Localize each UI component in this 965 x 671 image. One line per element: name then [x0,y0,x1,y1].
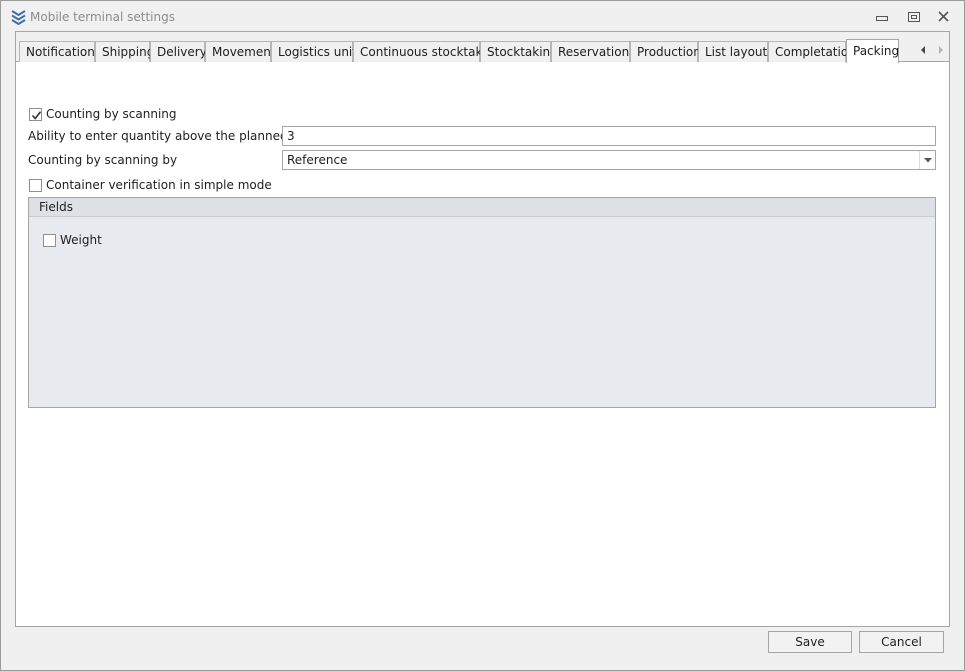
tab-notifications[interactable]: Notifications [19,41,101,62]
close-icon[interactable] [936,10,952,24]
chevrons-logo-icon [11,9,26,26]
tab-stocktaking[interactable]: Stocktaking [480,41,558,62]
counting-by-scanning-label: Counting by scanning [46,107,177,121]
tab-completation[interactable]: Completation [768,41,856,62]
fields-group-header: Fields [29,198,935,217]
tab-reservations[interactable]: Reservations [551,41,635,62]
window-title: Mobile terminal settings [30,10,175,24]
tab-continuous-stocktaking[interactable]: Continuous stocktaking [353,41,501,62]
counting-by-scanning-checkbox[interactable] [29,107,42,121]
restore-icon[interactable] [906,10,922,24]
weight-label: Weight [60,233,102,247]
counting-by-scanning-row[interactable]: Counting by scanning [29,106,177,122]
tab-delivery[interactable]: Delivery [150,41,207,62]
tab-production[interactable]: Production [630,41,701,62]
tab-scroll-left-icon[interactable] [918,44,928,56]
counting-by-select[interactable]: Reference [282,150,936,170]
counting-by-label: Counting by scanning by [28,153,178,167]
tab-movement[interactable]: Movement [205,41,276,62]
tab-list-layouts[interactable]: List layouts [698,41,773,62]
tab-logistics-units[interactable]: Logistics units [271,41,363,62]
weight-row[interactable]: Weight [43,232,102,248]
tab-shipping[interactable]: Shipping [95,41,154,62]
minimize-icon[interactable] [874,10,890,24]
settings-window: Mobile terminal settings Notifications S… [0,0,965,671]
weight-checkbox[interactable] [43,233,56,247]
packing-panel: Counting by scanning Ability to enter qu… [16,62,949,626]
above-planned-input[interactable]: 3 [282,126,936,146]
counting-by-value: Reference [287,153,348,167]
container-verification-label: Container verification in simple mode [46,178,272,192]
container-verification-checkbox[interactable] [29,178,42,192]
chevron-down-icon[interactable] [919,151,935,169]
content-frame: Notifications Shipping Delivery Movement… [15,31,950,627]
tab-strip: Notifications Shipping Delivery Movement… [16,32,949,63]
tab-scroll-right-icon[interactable] [936,44,946,56]
fields-group: Fields Weight [28,197,936,408]
container-verification-row[interactable]: Container verification in simple mode [29,177,272,193]
title-bar: Mobile terminal settings [1,1,964,31]
tab-packing[interactable]: Packing [846,39,899,63]
fields-group-title: Fields [39,200,73,214]
cancel-button[interactable]: Cancel [859,631,944,653]
save-button[interactable]: Save [768,631,852,653]
